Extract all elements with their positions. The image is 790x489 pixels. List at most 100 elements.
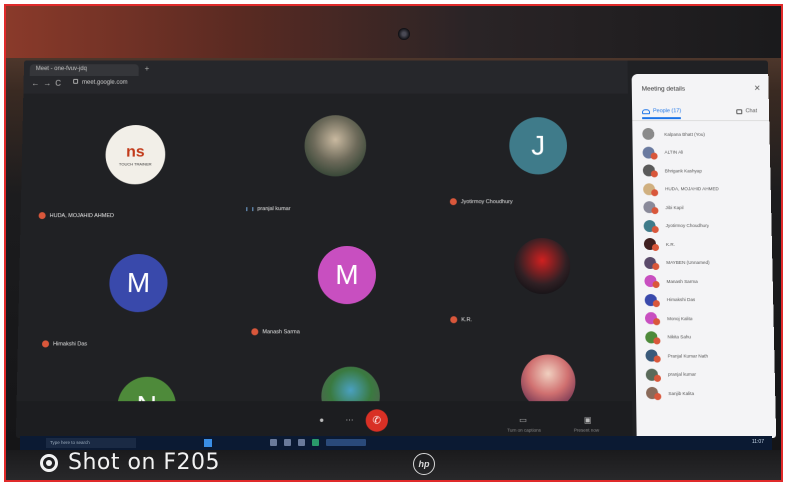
participant-name: pranjal kumar	[246, 206, 291, 213]
logo-text: ns	[126, 143, 145, 161]
phone-icon: ✆	[372, 414, 382, 427]
windows-start-icon[interactable]	[204, 439, 212, 447]
participant-avatar	[643, 201, 659, 215]
participant-avatar-letter: M	[317, 246, 377, 305]
participant-row-name: Manash Sarma	[666, 278, 698, 284]
participant-list: Kalpana Bhatt (You) ALTIN Ali Bhrigank Kas…	[632, 125, 775, 403]
participant-row-name: K.R.	[665, 241, 675, 247]
participant-row-name: Bhrigank Kashyap	[664, 168, 702, 174]
avatar-initial: M	[335, 258, 359, 291]
participant-row-name: HUDA, MOJAHID AHMED	[665, 186, 719, 192]
participant-row-name: pranjal kumar	[667, 371, 697, 378]
more-icon[interactable]: ⋯	[345, 415, 353, 424]
watermark-text: Shot on F205	[68, 450, 221, 475]
participant-row[interactable]: Manash Sarma	[634, 272, 773, 291]
participant-row[interactable]: HUDA, MOJAHID AHMED	[633, 180, 771, 198]
participant-name-text: HUDA, MOJAHID AHMED	[49, 212, 115, 219]
participant-avatar	[644, 293, 660, 307]
mic-icon[interactable]: ●	[319, 415, 324, 424]
participant-name: K.R.	[450, 316, 473, 324]
participant-row-name: Jibi Kapil	[665, 204, 684, 210]
mic-off-icon	[651, 244, 660, 252]
participant-row[interactable]: Nikita Sahu	[635, 328, 774, 347]
participant-row[interactable]: Bhrigank Kashyap	[633, 162, 771, 180]
participant-avatar	[643, 183, 659, 196]
participant-row[interactable]: Sanjib Kalita	[636, 384, 776, 403]
participant-row[interactable]: pranjal kumar	[636, 365, 775, 384]
mic-off-icon	[652, 262, 660, 270]
mic-off-icon	[653, 355, 661, 363]
hp-logo: hp	[413, 453, 435, 475]
participant-avatar-logo: ns TOUCH TRAINER	[105, 125, 166, 185]
tab-chat[interactable]: Chat	[736, 108, 758, 115]
participant-name-text: Manash Sarma	[262, 328, 300, 335]
mic-off-icon	[450, 316, 458, 324]
participant-row[interactable]: Jibi Kapil	[633, 198, 771, 216]
participant-row-name: Pranjal Kumar Nath	[667, 353, 709, 359]
participant-row[interactable]: Himakshi Das	[635, 291, 774, 310]
taskview-icon[interactable]	[270, 439, 277, 446]
participant-avatar	[646, 387, 662, 401]
reload-icon[interactable]: C	[55, 79, 61, 88]
participant-row[interactable]: K.R.	[634, 235, 772, 253]
participant-avatar-photo	[304, 115, 367, 177]
close-icon[interactable]: ✕	[754, 84, 761, 93]
chrome-icon[interactable]	[312, 439, 319, 446]
participant-row[interactable]: Pranjal Kumar Nath	[635, 346, 774, 365]
mic-off-icon	[449, 198, 457, 206]
participant-row-name: Himakshi Das	[666, 297, 696, 303]
participant-row[interactable]: MAYBEN (Unnamed)	[634, 253, 772, 272]
end-call-button[interactable]: ✆	[365, 409, 388, 432]
people-icon	[642, 108, 651, 114]
mic-off-icon	[38, 212, 46, 220]
explorer-icon[interactable]	[284, 439, 291, 446]
participant-row-name: Nikita Sahu	[667, 334, 692, 340]
tab-chat-label: Chat	[745, 108, 758, 115]
participant-avatar	[643, 238, 660, 252]
participant-avatar	[644, 275, 660, 289]
photo-frame: Meet - one-fvuv-jdq + ← → C meet.google.…	[4, 4, 783, 482]
shot-on-watermark: Shot on F205	[40, 450, 220, 475]
chat-icon	[736, 108, 743, 114]
participant-row[interactable]: Monoj Kalita	[635, 309, 774, 328]
captions-icon[interactable]: ▭	[519, 415, 527, 424]
meet-window-icon[interactable]	[326, 439, 366, 446]
tab-people[interactable]: People (17)	[641, 108, 682, 120]
participant-avatar-letter: J	[509, 117, 568, 175]
participant-avatar	[642, 164, 658, 178]
participant-row[interactable]: ALTIN Ali	[633, 143, 771, 161]
participant-row-name: MAYBEN (Unnamed)	[666, 260, 710, 266]
address-bar[interactable]: meet.google.com	[69, 78, 267, 89]
participant-avatar	[643, 219, 659, 233]
mic-off-icon	[653, 337, 661, 345]
participant-name: Manash Sarma	[251, 328, 300, 336]
present-icon[interactable]: ▣	[584, 415, 592, 424]
forward-icon[interactable]: →	[43, 79, 51, 88]
participant-name-text: pranjal kumar	[257, 206, 291, 213]
participant-row[interactable]: Kalpana Bhatt (You)	[632, 125, 769, 143]
participant-name: Himakshi Das	[41, 340, 87, 348]
avatar-initial: M	[126, 266, 151, 299]
participant-row-name: Monoj Kalita	[667, 315, 693, 321]
store-icon[interactable]	[298, 439, 305, 446]
back-icon[interactable]: ←	[31, 79, 39, 88]
panel-title: Meeting details	[641, 85, 686, 93]
participant-avatar	[642, 128, 655, 141]
participant-avatar-letter: M	[108, 253, 168, 313]
participant-avatar-photo	[513, 238, 571, 295]
participant-row[interactable]: Jyotirmoy Choudhury	[634, 217, 772, 235]
laptop-screen: Meet - one-fvuv-jdq + ← → C meet.google.…	[15, 60, 777, 438]
browser-bar: Meet - one-fvuv-jdq + ← → C meet.google.…	[23, 60, 628, 94]
meeting-details-panel: Meeting details ✕ People (17) Chat Kalpa…	[631, 74, 777, 438]
captions-label: Turn on captions	[507, 427, 541, 433]
participant-name: HUDA, MOJAHID AHMED	[38, 212, 115, 220]
browser-tab[interactable]: Meet - one-fvuv-jdq	[29, 64, 139, 76]
participant-avatar	[645, 368, 662, 382]
laptop-bezel	[6, 6, 781, 58]
aperture-icon	[40, 453, 58, 472]
taskbar-clock: 11:07	[751, 439, 764, 445]
mic-off-icon	[653, 374, 662, 382]
participant-name-text: K.R.	[461, 316, 473, 323]
new-tab-icon[interactable]: +	[145, 64, 150, 73]
taskbar-search[interactable]: Type here to search	[46, 438, 136, 448]
